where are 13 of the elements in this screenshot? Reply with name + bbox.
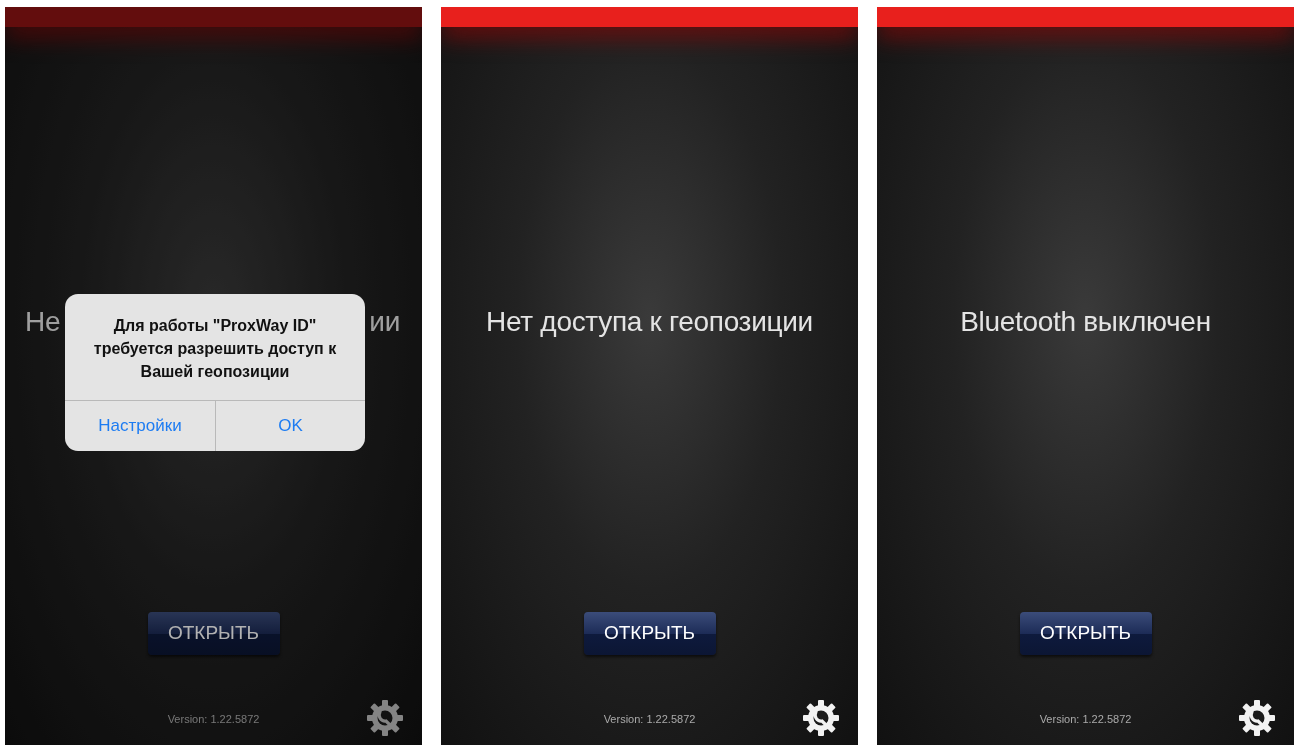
version-label: Version: 1.22.5872 <box>603 712 696 727</box>
status-message: ии <box>369 305 400 339</box>
version-label: Version: 1.22.5872 <box>167 712 260 727</box>
settings-icon[interactable] <box>1238 699 1276 737</box>
status-message: Нет доступа к геопозиции <box>486 305 813 339</box>
open-button[interactable]: ОТКРЫТЬ <box>583 612 716 655</box>
status-message: Не <box>25 305 61 339</box>
status-message: Bluetooth выключен <box>960 305 1211 339</box>
version-label: Version: 1.22.5872 <box>1039 712 1132 727</box>
open-button[interactable]: ОТКРЫТЬ <box>147 612 280 655</box>
open-button[interactable]: ОТКРЫТЬ <box>1019 612 1152 655</box>
settings-icon[interactable] <box>802 699 840 737</box>
alert-message: Для работы "ProxWay ID" требуется разрешить доступ к Вашей геопозиции <box>92 316 338 383</box>
